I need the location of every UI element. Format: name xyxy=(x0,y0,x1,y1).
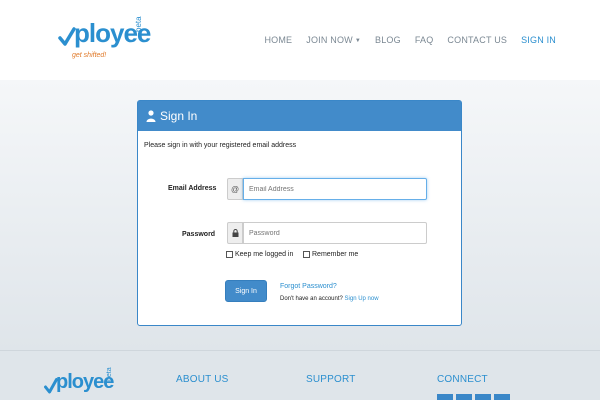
logo-beta: beta xyxy=(134,16,143,32)
nav-contact-us[interactable]: CONTACT US xyxy=(447,35,507,45)
signup-link[interactable]: Sign Up now xyxy=(345,296,379,302)
remember-me-label: Remember me xyxy=(312,251,359,258)
linkedin-icon[interactable] xyxy=(475,394,491,400)
signin-panel: Sign In xyxy=(137,100,462,326)
password-label: Password xyxy=(182,231,216,238)
keep-logged-in[interactable]: Keep me logged in xyxy=(226,251,293,258)
nav-join-now[interactable]: JOIN NOW ▼ xyxy=(306,35,361,45)
twitter-icon[interactable] xyxy=(456,394,472,400)
main-nav: HOME JOIN NOW ▼ BLOG FAQ CONTACT US SIGN … xyxy=(250,35,556,45)
nav-home[interactable]: HOME xyxy=(264,35,292,45)
signin-panel-heading: Sign In xyxy=(138,101,461,131)
keep-logged-in-label: Keep me logged in xyxy=(235,251,294,258)
footer-logo[interactable]: ployee beta xyxy=(44,367,124,400)
signin-intro: Please sign in with your registered emai… xyxy=(144,142,297,149)
footer-support-heading[interactable]: SUPPORT xyxy=(306,374,356,385)
site-footer: ployee beta xyxy=(0,350,600,400)
logo-tagline: get shifted! xyxy=(72,52,107,59)
no-account-label: Don't have an account? xyxy=(280,296,343,302)
nav-sign-in[interactable]: SIGN IN xyxy=(521,35,556,45)
password-field[interactable] xyxy=(243,222,427,244)
no-account-text: Don't have an account? Sign Up now xyxy=(280,296,379,302)
site-header: ployee beta get shifted! HOME JOIN NOW ▼ … xyxy=(0,0,600,80)
footer-connect-heading: CONNECT xyxy=(437,374,488,385)
google-plus-icon[interactable] xyxy=(494,394,510,400)
signin-title: Sign In xyxy=(160,109,198,123)
chevron-down-icon: ▼ xyxy=(354,38,361,44)
nav-blog[interactable]: BLOG xyxy=(375,35,401,45)
remember-me-checkbox[interactable] xyxy=(303,251,310,258)
footer-about-heading[interactable]: ABOUT US xyxy=(176,374,229,385)
site-logo[interactable]: ployee beta get shifted! xyxy=(58,16,151,64)
at-icon: @ xyxy=(227,178,243,200)
keep-logged-in-checkbox[interactable] xyxy=(226,251,233,258)
forgot-password-link[interactable]: Forgot Password? xyxy=(280,283,337,290)
user-icon xyxy=(146,110,156,122)
facebook-icon[interactable] xyxy=(437,394,453,400)
social-icons xyxy=(437,394,510,400)
lock-icon xyxy=(227,222,243,244)
email-label: Email Address xyxy=(168,185,217,192)
remember-me[interactable]: Remember me xyxy=(303,251,358,258)
footer-logo-wordmark: ployee xyxy=(56,371,114,393)
signin-button[interactable]: Sign In xyxy=(225,280,267,302)
nav-join-now-label: JOIN NOW xyxy=(306,35,353,45)
footer-logo-beta: beta xyxy=(106,367,113,381)
email-field[interactable] xyxy=(243,178,427,200)
nav-faq[interactable]: FAQ xyxy=(415,35,434,45)
